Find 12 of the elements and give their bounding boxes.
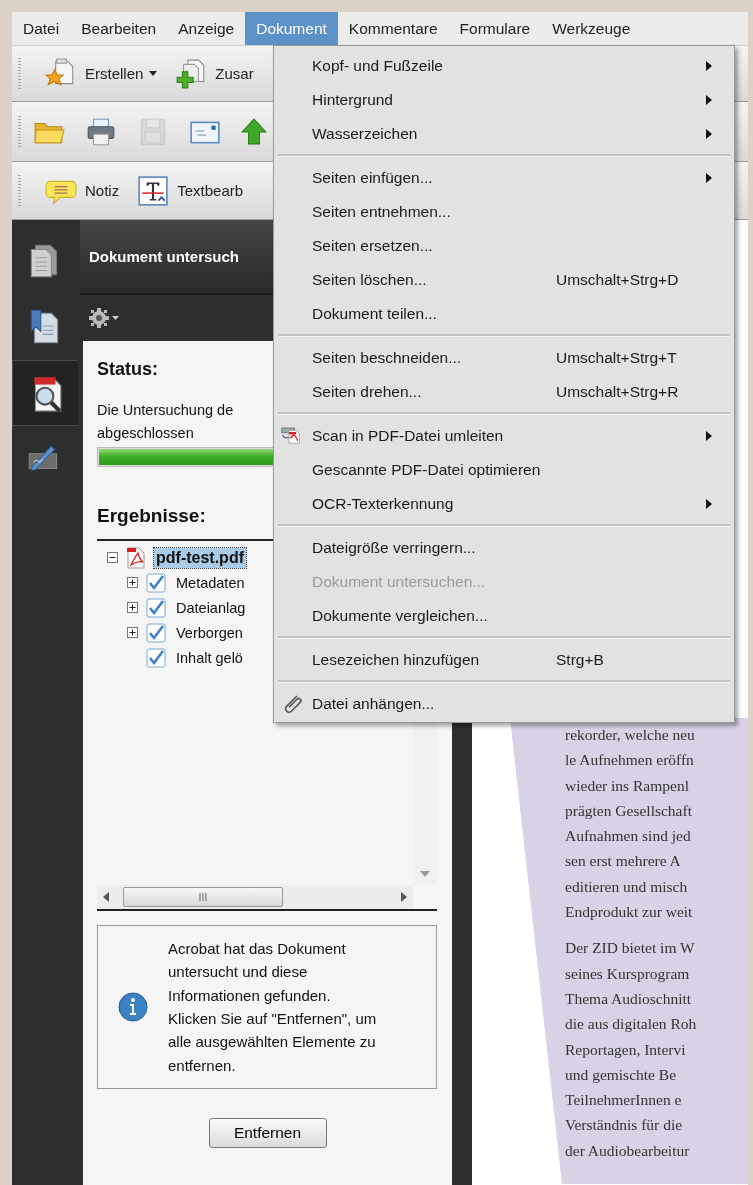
results-heading: Ergebnisse: <box>97 505 206 527</box>
status-heading: Status: <box>97 359 158 380</box>
shortcut-label: Umschalt+Strg+T <box>556 349 677 366</box>
status-text: Die Untersuchung de <box>97 401 234 420</box>
document-paragraph: Der ZID bietet im W seines Kursprogram Thema Audioschnitt die aus digitalen Roh Reportagen, Intervi und gemischte Be TeilnehmerInnen e Verständnis für die der Audiobearbeitur <box>565 938 698 1161</box>
shortcut-label: Umschalt+Strg+D <box>556 271 679 288</box>
panel-title: Dokument untersuch <box>89 248 239 265</box>
document-paragraph: rekorder, welche neu le Aufnehmen eröffn wieder ins Rampenl prägten Gesellschaft Aufnahmen sind jed sen erst mehrere A editieren und misch Endprodukt zur weit <box>565 725 696 923</box>
shortcut-label: Strg+B <box>556 651 604 668</box>
shortcut-label: Umschalt+Strg+R <box>556 383 679 400</box>
info-text: Acrobat hat das Dokument untersucht und diese Informationen gefunden. Klicken Sie auf "Entfernen", um alle ausgewählten Elemente zu entfernen. <box>168 939 377 1076</box>
status-text: abgeschlossen <box>97 424 195 443</box>
